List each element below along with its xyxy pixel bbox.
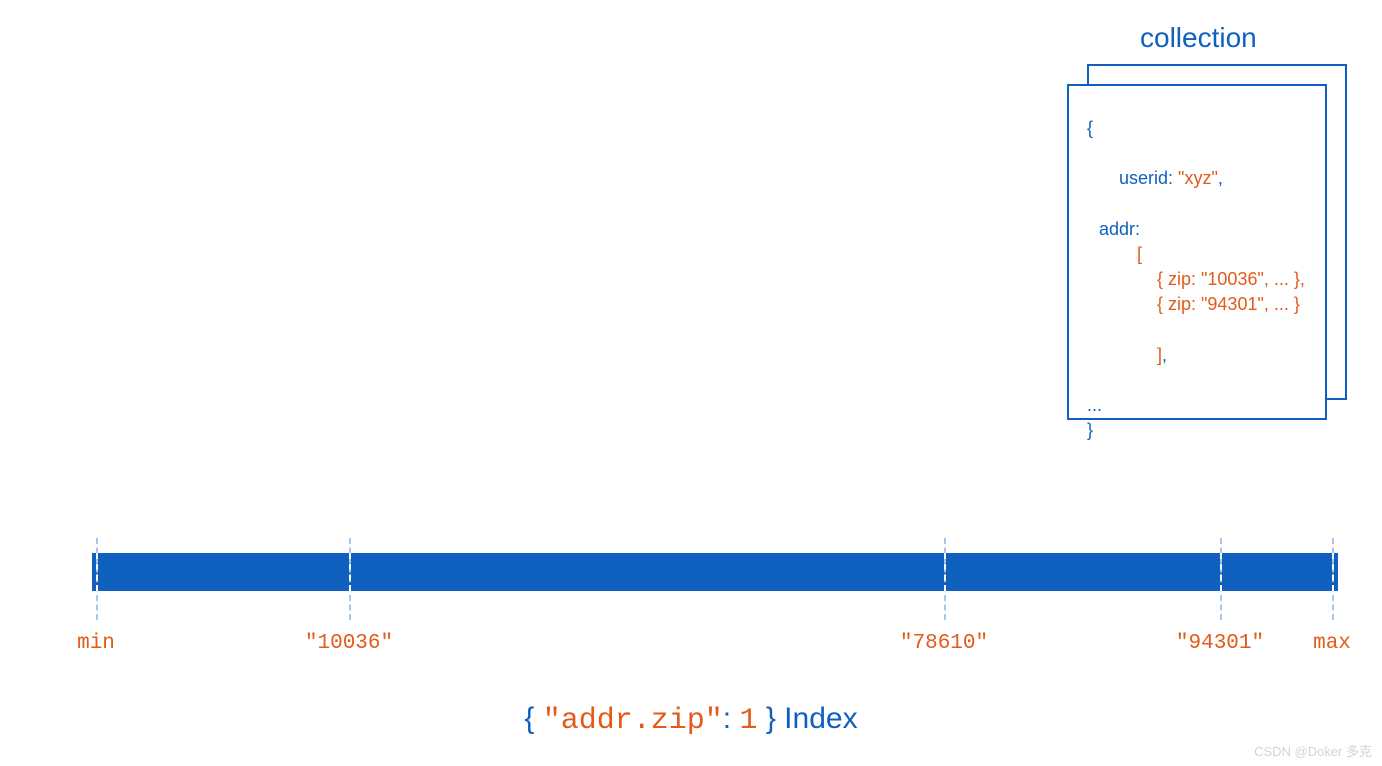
index-key: "addr.zip" bbox=[543, 704, 723, 738]
tick-white-4 bbox=[1332, 553, 1334, 591]
tick-white-0 bbox=[96, 553, 98, 591]
index-bar bbox=[92, 553, 1338, 591]
index-value: 1 bbox=[739, 704, 757, 738]
doc-zip-1: { zip: "10036", ... }, bbox=[1087, 267, 1307, 292]
watermark: CSDN @Doker 多克 bbox=[1254, 741, 1372, 760]
index-word: Index bbox=[776, 702, 858, 735]
document-card-front: { userid: "xyz", addr: [ { zip: "10036",… bbox=[1067, 84, 1327, 420]
index-bar-fill bbox=[92, 553, 1338, 591]
doc-ellipsis: ... bbox=[1087, 393, 1307, 418]
doc-userid-val: "xyz" bbox=[1173, 168, 1218, 188]
index-colon: : bbox=[723, 702, 740, 735]
doc-arr-close-line: ], bbox=[1087, 318, 1307, 394]
doc-open-brace: { bbox=[1087, 116, 1307, 141]
collection-label: collection bbox=[1140, 22, 1257, 54]
tick-white-2 bbox=[944, 553, 946, 591]
index-close: } bbox=[757, 702, 775, 735]
doc-close-brace: } bbox=[1087, 418, 1307, 443]
doc-userid-line: userid: "xyz", bbox=[1087, 141, 1307, 217]
tick-label-2: "78610" bbox=[900, 632, 988, 655]
doc-trailing-comma: , bbox=[1162, 345, 1167, 365]
doc-comma-1: , bbox=[1218, 168, 1223, 188]
index-spec-label: { "addr.zip": 1 } Index bbox=[0, 702, 1382, 738]
doc-zip-2: { zip: "94301", ... } bbox=[1087, 292, 1307, 317]
tick-white-3 bbox=[1220, 553, 1222, 591]
tick-white-1 bbox=[349, 553, 351, 591]
tick-label-4: max bbox=[1313, 632, 1351, 655]
doc-userid-key: userid: bbox=[1119, 168, 1173, 188]
tick-label-0: min bbox=[77, 632, 115, 655]
index-open: { bbox=[524, 702, 542, 735]
tick-label-1: "10036" bbox=[305, 632, 393, 655]
doc-arr-open: [ bbox=[1087, 242, 1307, 267]
doc-addr-key: addr: bbox=[1087, 217, 1307, 242]
tick-label-3: "94301" bbox=[1176, 632, 1264, 655]
